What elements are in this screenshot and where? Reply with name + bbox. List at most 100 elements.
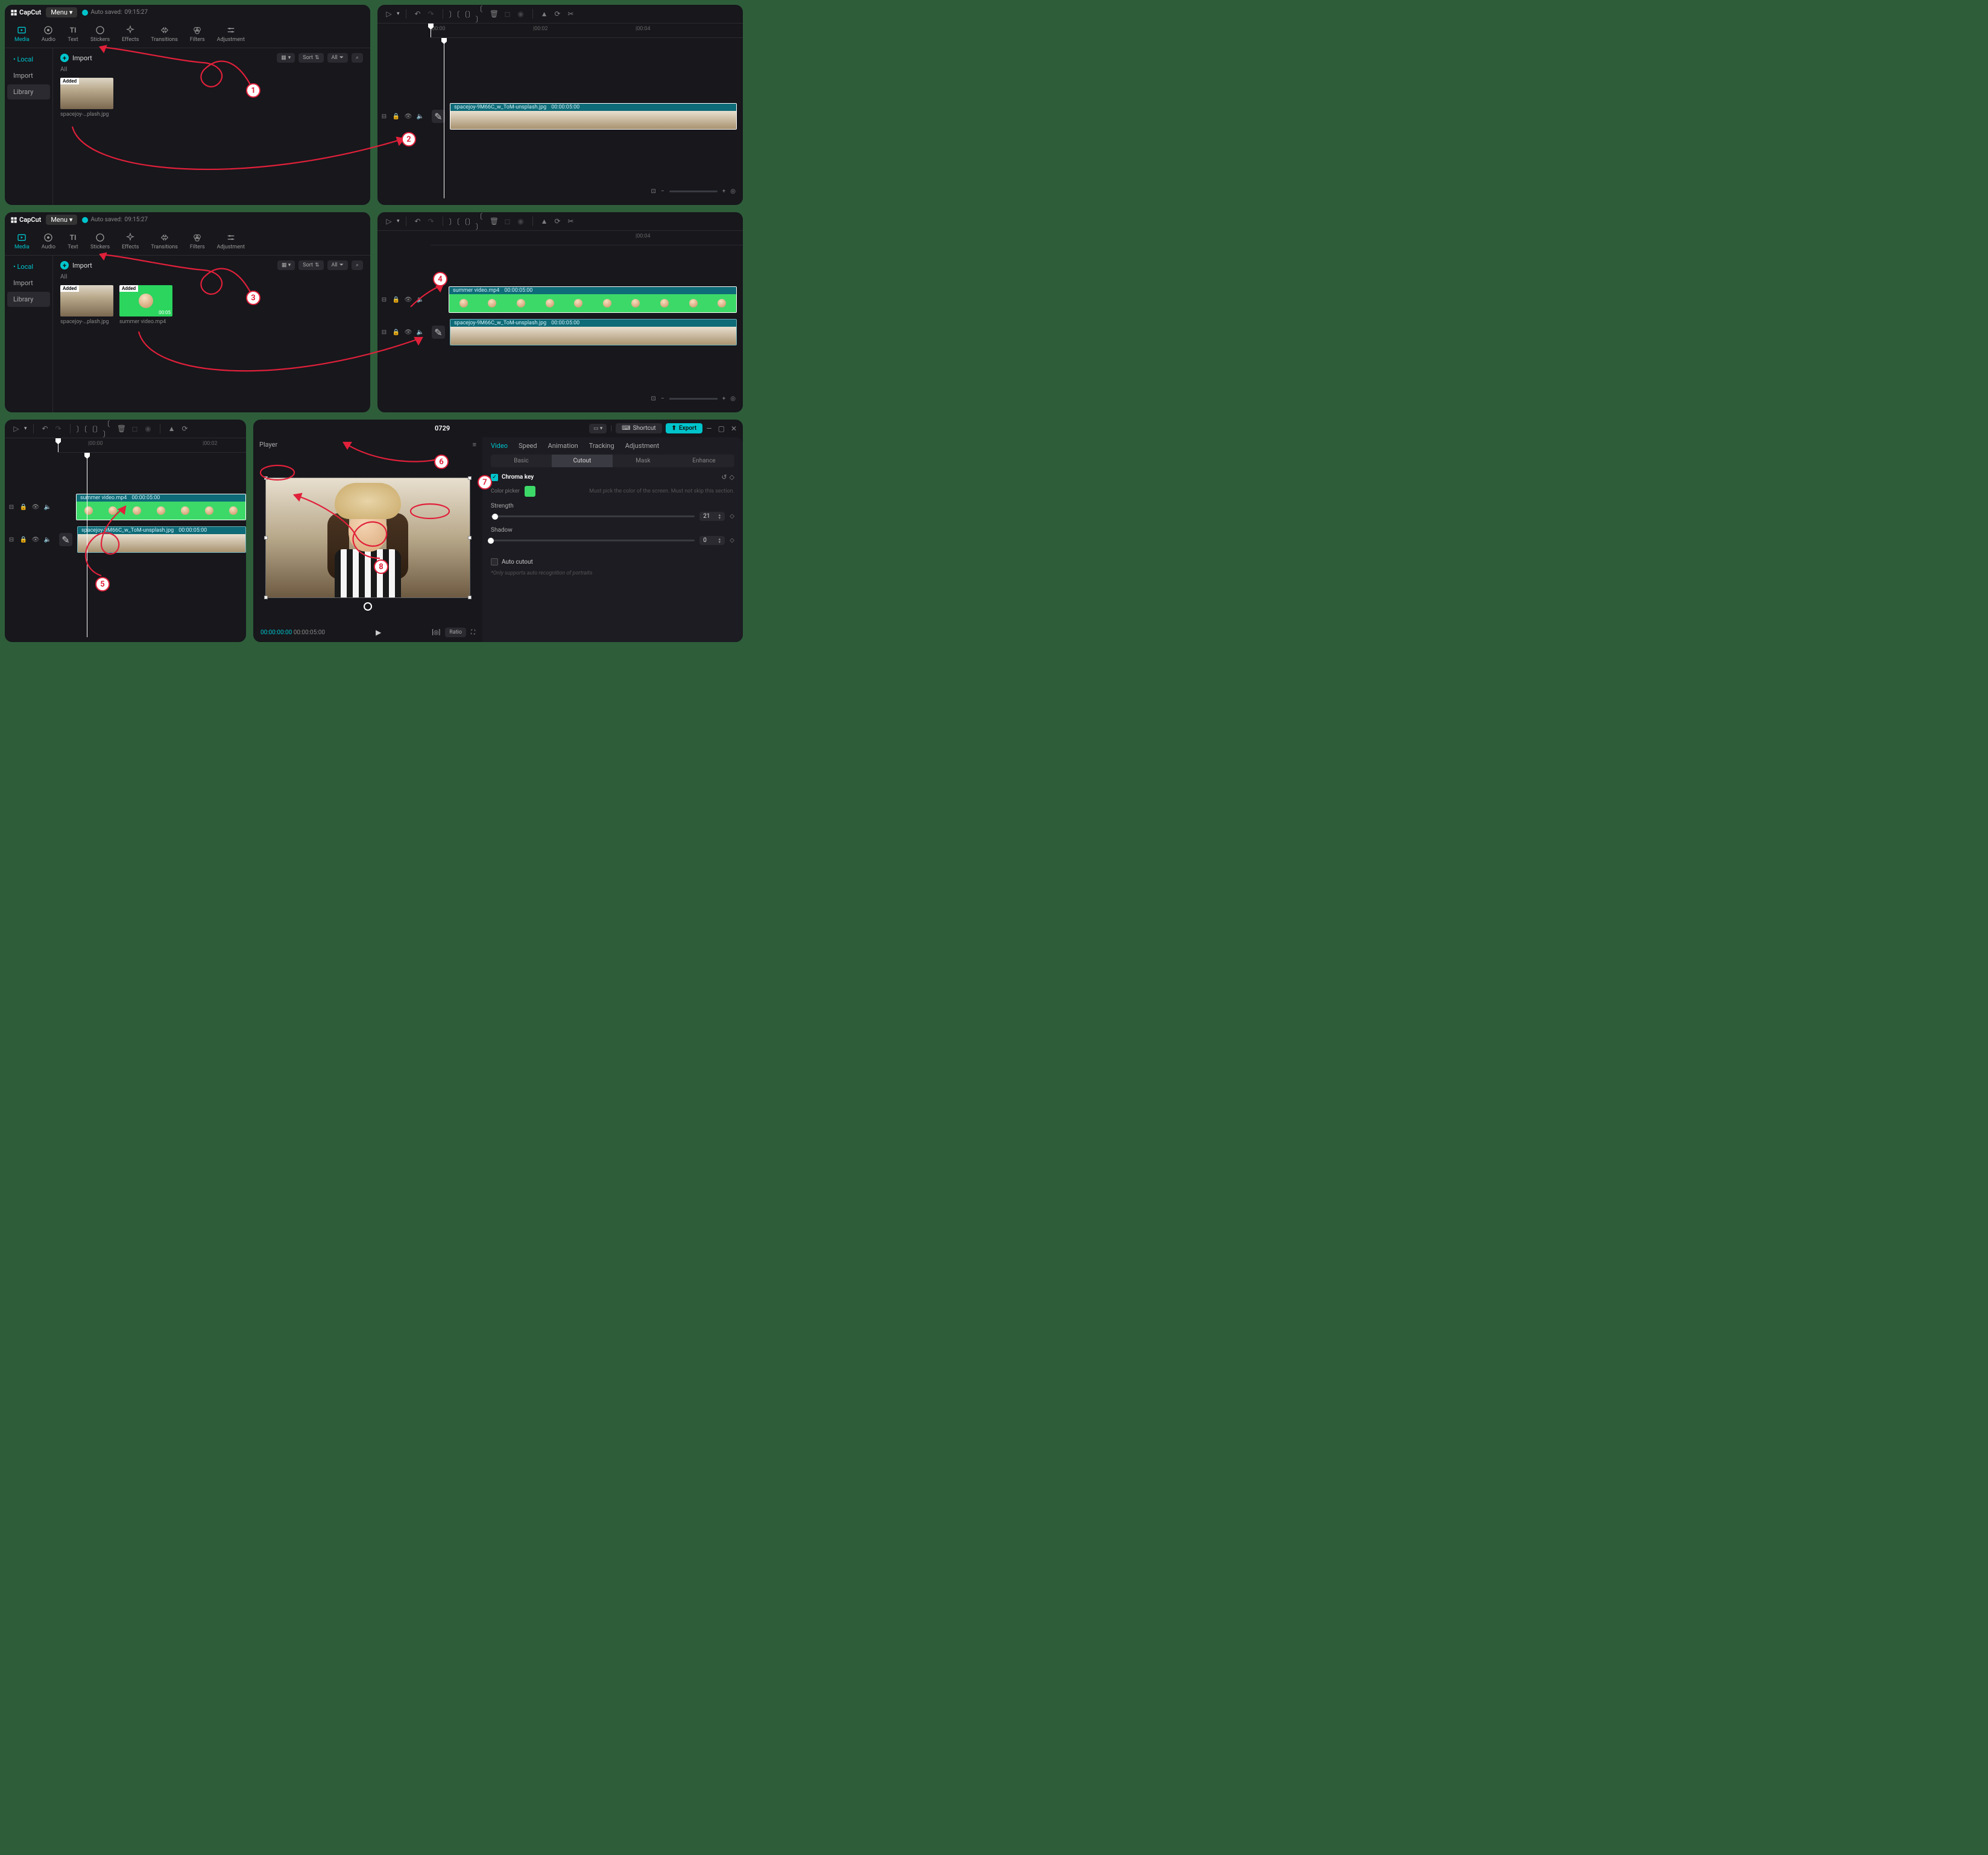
- ratio-button[interactable]: Ratio: [445, 628, 466, 637]
- tab-tracking[interactable]: Tracking: [589, 442, 614, 450]
- subtab-mask[interactable]: Mask: [613, 455, 674, 467]
- tab-audio[interactable]: Audio: [36, 230, 62, 253]
- sidebar-item-local[interactable]: Local: [7, 52, 50, 67]
- select-tool-icon[interactable]: ▷: [383, 216, 394, 227]
- play-button[interactable]: ▶: [376, 628, 381, 637]
- search-button[interactable]: ⌕: [352, 53, 363, 63]
- split-right-icon[interactable]: 〔 〕: [476, 8, 487, 19]
- redo-icon[interactable]: ↷: [426, 8, 437, 19]
- tab-filters[interactable]: Filters: [184, 22, 211, 45]
- import-button[interactable]: +Import: [60, 54, 92, 62]
- keyframe-icon[interactable]: ◇: [730, 473, 734, 481]
- rotate-icon[interactable]: ⟳: [552, 8, 563, 19]
- player-menu-icon[interactable]: ≡: [473, 441, 476, 449]
- split-icon[interactable]: 〕〔: [449, 8, 460, 19]
- undo-icon[interactable]: ↶: [412, 8, 423, 19]
- select-tool-icon[interactable]: ▷: [383, 8, 394, 19]
- media-thumb-1[interactable]: Added spacejoy-…plash.jpg: [60, 78, 113, 118]
- tab-effects[interactable]: Effects: [116, 230, 145, 253]
- media-thumb-2[interactable]: Added00:05 summer video.mp4: [119, 285, 172, 325]
- subtab-enhance[interactable]: Enhance: [674, 455, 734, 467]
- search-button[interactable]: ⌕: [352, 260, 363, 270]
- redo-icon[interactable]: ↷: [426, 216, 437, 227]
- delete-icon[interactable]: 🗑: [489, 8, 500, 19]
- sidebar-item-import[interactable]: Import: [7, 68, 50, 83]
- tab-filters[interactable]: Filters: [184, 230, 211, 253]
- tab-adjustment[interactable]: Adjustment: [625, 442, 660, 450]
- sidebar-item-local[interactable]: Local: [7, 259, 50, 274]
- sort-button[interactable]: Sort ⇅: [298, 53, 323, 63]
- maximize-icon[interactable]: ▢: [718, 424, 725, 433]
- tab-text[interactable]: TIText: [62, 22, 84, 45]
- close-icon[interactable]: ✕: [731, 424, 737, 433]
- chevron-down-icon[interactable]: ▾: [397, 11, 400, 17]
- tab-animation[interactable]: Animation: [548, 442, 578, 450]
- timeline-clip-video[interactable]: summer video.mp400:00:05:00: [449, 286, 737, 313]
- tab-media[interactable]: Media: [8, 230, 36, 253]
- fullscreen-icon[interactable]: ⛶: [471, 629, 475, 636]
- media-thumb-1[interactable]: Added spacejoy-…plash.jpg: [60, 285, 113, 325]
- export-button[interactable]: ⬆Export: [666, 423, 703, 433]
- reset-icon[interactable]: ↺: [721, 473, 727, 481]
- select-tool-icon[interactable]: ▷: [11, 423, 22, 434]
- crop-tool-icon[interactable]: ◻: [502, 8, 513, 19]
- auto-cutout-checkbox[interactable]: [491, 558, 498, 565]
- import-button[interactable]: +Import: [60, 261, 92, 269]
- delete-icon[interactable]: 🗑: [489, 216, 500, 227]
- layout-button[interactable]: ▭ ▾: [589, 424, 607, 433]
- track-edit-button[interactable]: ✎: [432, 110, 445, 123]
- undo-icon[interactable]: ↶: [412, 216, 423, 227]
- visibility-icon[interactable]: 👁: [404, 112, 412, 121]
- preview-canvas[interactable]: [265, 477, 470, 598]
- timeline-ruler[interactable]: |00:00 |00:02 |00:04: [431, 24, 743, 38]
- strength-slider[interactable]: [491, 515, 695, 517]
- subtab-cutout[interactable]: Cutout: [552, 455, 613, 467]
- filter-all-button[interactable]: All ⏷: [327, 260, 348, 270]
- minimize-icon[interactable]: —: [706, 424, 712, 433]
- timeline-clip-image[interactable]: spacejoy-9M66C_w_ToM-unsplash.jpg00:00:0…: [450, 319, 737, 345]
- tab-stickers[interactable]: Stickers: [84, 230, 116, 253]
- rotate-handle[interactable]: [364, 602, 372, 611]
- menu-button[interactable]: Menu ▾: [46, 215, 77, 225]
- timeline-clip-image[interactable]: spacejoy-9M66C_w_ToM-unsplash.jpg00:00:0…: [450, 103, 737, 130]
- subtab-basic[interactable]: Basic: [491, 455, 552, 467]
- split-left-icon[interactable]: 〔〕: [462, 8, 473, 19]
- tab-media[interactable]: Media: [8, 22, 36, 45]
- tab-effects[interactable]: Effects: [116, 22, 145, 45]
- strength-value[interactable]: 21▲▼: [699, 512, 725, 521]
- tab-adjustment[interactable]: Adjustment: [211, 22, 251, 45]
- sort-button[interactable]: Sort ⇅: [298, 260, 323, 270]
- timeline-clip-video[interactable]: summer video.mp400:00:05:00: [76, 494, 246, 520]
- scale-button[interactable]: [◎]: [432, 629, 440, 636]
- tab-adjustment[interactable]: Adjustment: [211, 230, 251, 253]
- view-toggle[interactable]: ▦ ▾: [277, 260, 295, 270]
- timeline-clip-image[interactable]: spacejoy-9M66C_w_ToM-unsplash.jpg00:00:0…: [77, 526, 246, 553]
- filter-all-button[interactable]: All ⏷: [327, 53, 348, 63]
- view-toggle[interactable]: ▦ ▾: [277, 53, 295, 63]
- tab-transitions[interactable]: Transitions: [145, 22, 184, 45]
- shadow-value[interactable]: 0▲▼: [699, 536, 725, 545]
- menu-button[interactable]: Menu ▾: [46, 7, 77, 17]
- tab-speed[interactable]: Speed: [519, 442, 537, 450]
- tab-transitions[interactable]: Transitions: [145, 230, 184, 253]
- mirror-icon[interactable]: ▲: [539, 8, 550, 19]
- chroma-checkbox[interactable]: ✓: [491, 474, 498, 481]
- crop-icon[interactable]: ✂: [566, 8, 576, 19]
- shortcut-button[interactable]: ⌨Shortcut: [616, 423, 662, 433]
- sidebar-item-import[interactable]: Import: [7, 276, 50, 291]
- shadow-slider[interactable]: [491, 540, 695, 541]
- collapse-icon[interactable]: ⊟: [380, 112, 388, 121]
- color-swatch[interactable]: [525, 486, 535, 497]
- keyframe-icon[interactable]: ◇: [730, 513, 734, 520]
- lock-icon[interactable]: 🔒: [392, 112, 400, 121]
- timeline-zoom[interactable]: ⊡−+◎: [651, 188, 736, 195]
- tab-audio[interactable]: Audio: [36, 22, 62, 45]
- keyframe-icon[interactable]: ◇: [730, 537, 734, 544]
- tab-stickers[interactable]: Stickers: [84, 22, 116, 45]
- sidebar-item-library[interactable]: Library: [7, 84, 50, 99]
- speed-icon[interactable]: ◉: [516, 8, 526, 19]
- tab-text[interactable]: TIText: [62, 230, 84, 253]
- sidebar-item-library[interactable]: Library: [7, 292, 50, 307]
- track-edit-button[interactable]: ✎: [432, 326, 445, 339]
- tab-video[interactable]: Video: [491, 442, 508, 450]
